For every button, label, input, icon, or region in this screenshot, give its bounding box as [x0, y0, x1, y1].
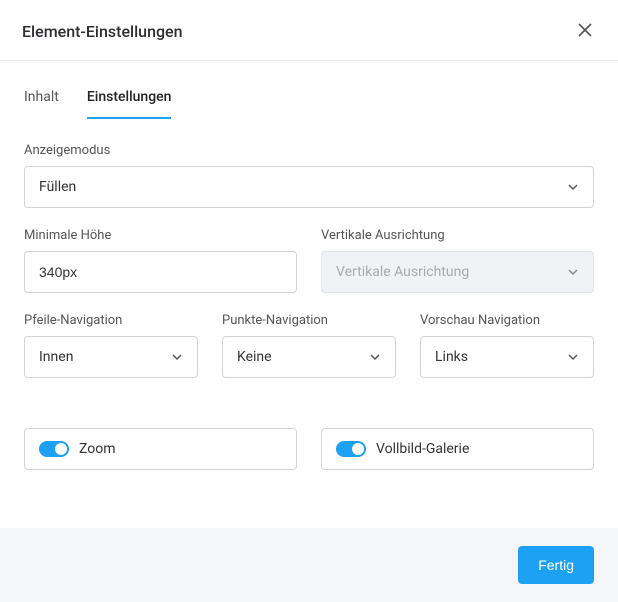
chevron-down-icon — [567, 181, 579, 193]
display-mode-field: Anzeigemodus Füllen — [24, 143, 594, 208]
vertical-align-label: Vertikale Ausrichtung — [321, 228, 594, 243]
close-icon — [578, 21, 592, 41]
min-height-input[interactable] — [24, 251, 297, 293]
modal-footer: Fertig — [0, 528, 618, 602]
arrow-nav-field: Pfeile-Navigation Innen — [24, 313, 198, 378]
min-height-field: Minimale Höhe — [24, 228, 297, 293]
tabs: Inhalt Einstellungen — [24, 61, 594, 119]
done-button[interactable]: Fertig — [518, 546, 594, 584]
arrow-nav-label: Pfeile-Navigation — [24, 313, 198, 328]
dot-nav-value: Keine — [237, 349, 272, 365]
tab-settings[interactable]: Einstellungen — [87, 81, 172, 119]
chevron-down-icon — [567, 266, 579, 278]
arrow-nav-select[interactable]: Innen — [24, 336, 198, 378]
arrow-nav-value: Innen — [39, 349, 73, 365]
zoom-toggle-box[interactable]: Zoom — [24, 428, 297, 470]
tab-content[interactable]: Inhalt — [24, 81, 59, 119]
chevron-down-icon — [567, 351, 579, 363]
fullscreen-toggle-box[interactable]: Vollbild-Galerie — [321, 428, 594, 470]
display-mode-value: Füllen — [39, 179, 76, 195]
toggle-switch-icon — [39, 441, 69, 457]
thumb-nav-select[interactable]: Links — [420, 336, 594, 378]
vertical-align-select[interactable]: Vertikale Ausrichtung — [321, 251, 594, 293]
dot-nav-select[interactable]: Keine — [222, 336, 396, 378]
modal-title: Element-Einstellungen — [22, 22, 183, 41]
display-mode-select[interactable]: Füllen — [24, 166, 594, 208]
dot-nav-label: Punkte-Navigation — [222, 313, 396, 328]
modal-header: Element-Einstellungen — [0, 0, 618, 61]
toggle-switch-icon — [336, 441, 366, 457]
modal-content: Inhalt Einstellungen Anzeigemodus Füllen… — [0, 61, 618, 470]
thumb-nav-value: Links — [435, 349, 468, 365]
chevron-down-icon — [171, 351, 183, 363]
fullscreen-toggle-label: Vollbild-Galerie — [376, 441, 469, 457]
vertical-align-placeholder: Vertikale Ausrichtung — [336, 264, 469, 280]
min-height-label: Minimale Höhe — [24, 228, 297, 243]
dot-nav-field: Punkte-Navigation Keine — [222, 313, 396, 378]
vertical-align-field: Vertikale Ausrichtung Vertikale Ausricht… — [321, 228, 594, 293]
display-mode-label: Anzeigemodus — [24, 143, 594, 158]
zoom-toggle-label: Zoom — [79, 441, 116, 457]
chevron-down-icon — [369, 351, 381, 363]
close-button[interactable] — [574, 18, 596, 44]
thumb-nav-field: Vorschau Navigation Links — [420, 313, 594, 378]
thumb-nav-label: Vorschau Navigation — [420, 313, 594, 328]
